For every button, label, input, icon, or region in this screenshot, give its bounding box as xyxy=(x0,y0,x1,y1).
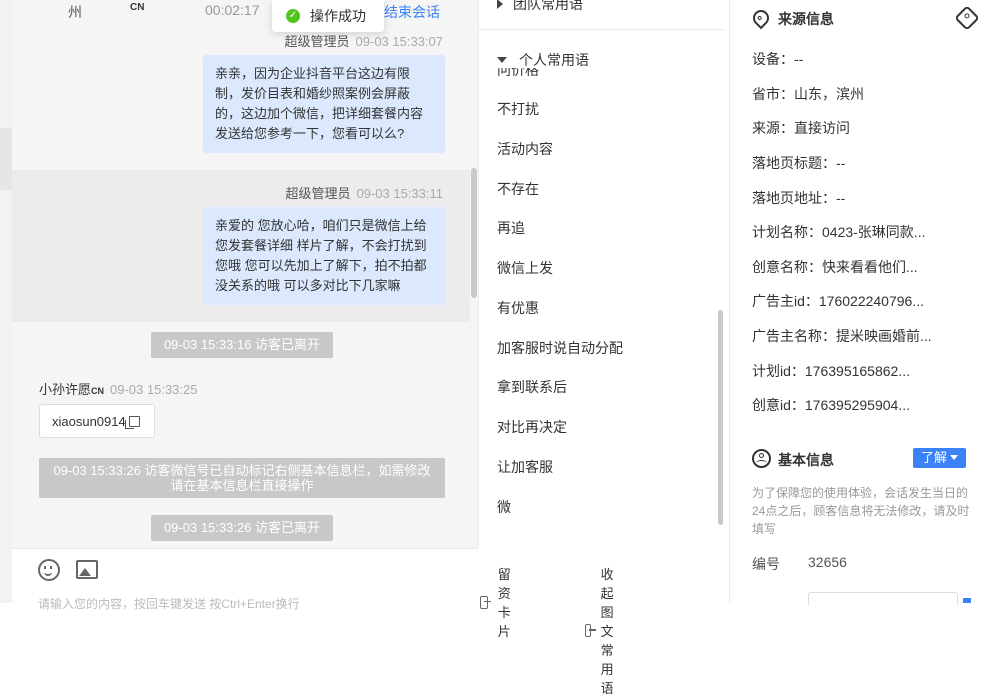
phrases-scrollbar[interactable] xyxy=(718,310,723,525)
phrase-item[interactable]: 微信上发 xyxy=(497,258,553,278)
emoji-icon[interactable] xyxy=(38,559,60,581)
learn-more-dropdown[interactable]: 了解 xyxy=(913,448,966,468)
source-info-title: 来源信息 xyxy=(778,11,834,27)
chevron-down-icon xyxy=(950,455,958,460)
number-label: 编号 xyxy=(752,556,780,572)
message-header: 超级管理员 09-03 15:33:07 xyxy=(284,34,443,49)
phrase-item[interactable]: 让加客服 xyxy=(497,457,553,477)
chat-panel: 州 CN 00:02:17 结束会话 超级管理员 09-03 15:33:07 亲… xyxy=(12,0,478,548)
field-advertiser-id: 广告主id：176022240796... xyxy=(752,293,924,309)
lead-card-button[interactable]: 留资卡片 xyxy=(480,564,519,640)
field-plan-id: 计划id：176395165862... xyxy=(752,363,910,379)
basic-info-input[interactable] xyxy=(808,592,958,605)
wechat-id-box[interactable]: xiaosun0914 xyxy=(39,404,155,438)
system-notice: 09-03 15:33:16 访客已离开 xyxy=(151,332,333,358)
phrase-item[interactable]: 微 xyxy=(497,497,511,517)
caret-down-icon xyxy=(497,57,507,63)
field-creative-id: 创意id：176395295904... xyxy=(752,397,910,413)
phrase-item[interactable]: 不存在 xyxy=(497,179,539,199)
copy-icon[interactable] xyxy=(125,416,140,429)
phrase-item[interactable]: 加客服时说自动分配 xyxy=(497,338,623,358)
field-province: 省市：山东，滨州 xyxy=(752,86,864,102)
phrase-item[interactable]: 问价格 xyxy=(497,68,539,76)
cn-tag: CN xyxy=(130,2,145,13)
basic-info-title: 基本信息 xyxy=(778,452,834,468)
message-bubble: 亲亲，因为企业抖音平台这边有限制，发价目表和婚纱照案例会屏蔽的，这边加个微信，把… xyxy=(203,55,445,153)
number-value: 32656 xyxy=(808,554,847,570)
user-icon xyxy=(752,449,771,468)
field-landing-title: 落地页标题：-- xyxy=(752,155,846,171)
phrase-item[interactable]: 拿到联系后 xyxy=(497,377,567,397)
success-toast: ✓ 操作成功 xyxy=(272,0,384,32)
card-icon xyxy=(480,595,491,609)
phrases-panel: 团队常用语 个人常用语 问价格 不打扰 活动内容 不存在 再追 微信上发 有优惠… xyxy=(478,0,729,548)
session-duration: 00:02:17 xyxy=(205,2,260,18)
visitor-location: 州 xyxy=(68,4,82,20)
message-header: 超级管理员 09-03 15:33:11 xyxy=(285,186,443,201)
end-session-link[interactable]: 结束会话 xyxy=(384,2,440,22)
field-plan-name: 计划名称：0423-张琳同款... xyxy=(752,224,926,240)
image-icon[interactable] xyxy=(76,560,98,579)
field-advertiser-name: 广告主名称：提米映画婚前... xyxy=(752,328,932,344)
visitor-header: 小孙许愿CN 09-03 15:33:25 xyxy=(39,382,198,397)
personal-phrases-group[interactable]: 个人常用语 xyxy=(497,50,589,70)
collapse-phrases-button[interactable]: 收起图文常用语 xyxy=(585,564,624,697)
chat-scrollbar[interactable] xyxy=(471,168,477,298)
edit-notice: 为了保障您的使用体验，会话发生当日的24点之后，顾客信息将无法修改，请及时填写 xyxy=(752,486,970,536)
field-device: 设备：-- xyxy=(752,51,804,67)
field-source: 来源：直接访问 xyxy=(752,120,850,136)
field-landing-url: 落地页地址：-- xyxy=(752,190,846,206)
phrase-item[interactable]: 不打扰 xyxy=(497,99,539,119)
phrase-item[interactable]: 再追 xyxy=(497,218,525,238)
system-notice: 09-03 15:33:26 访客已离开 xyxy=(151,515,333,541)
wechat-id: xiaosun0914 xyxy=(52,414,126,429)
message-bubble: 亲爱的 您放心哈，咱们只是微信上给您发套餐详细 样片了解，不会打扰到您哦 您可以… xyxy=(203,207,445,305)
location-pin-icon xyxy=(749,6,773,30)
chat-input-area: 留资卡片 收起图文常用语 请输入您的内容，按回车键发送 按Ctrl+Enter换… xyxy=(12,548,614,696)
system-notice: 09-03 15:33:26 访客微信号已自动标记右侧基本信息栏，如需修改请在基… xyxy=(39,458,445,498)
blue-indicator xyxy=(963,598,971,603)
message-input[interactable]: 请输入您的内容，按回车键发送 按Ctrl+Enter换行 xyxy=(38,595,300,612)
caret-right-icon xyxy=(497,0,503,9)
check-icon: ✓ xyxy=(286,9,300,23)
phrase-item[interactable]: 对比再决定 xyxy=(497,417,567,437)
phrase-item[interactable]: 活动内容 xyxy=(497,139,553,159)
info-panel: 来源信息 设备：-- 省市：山东，滨州 来源：直接访问 落地页标题：-- 落地页… xyxy=(729,0,988,605)
toast-text: 操作成功 xyxy=(310,8,366,24)
phrases-icon xyxy=(585,624,596,637)
phrase-item[interactable]: 有优惠 xyxy=(497,298,539,318)
field-creative-name: 创意名称：快来看看他们... xyxy=(752,259,918,275)
settings-icon[interactable] xyxy=(954,5,980,31)
left-edge xyxy=(0,0,12,603)
team-phrases-group[interactable]: 团队常用语 xyxy=(497,0,583,14)
